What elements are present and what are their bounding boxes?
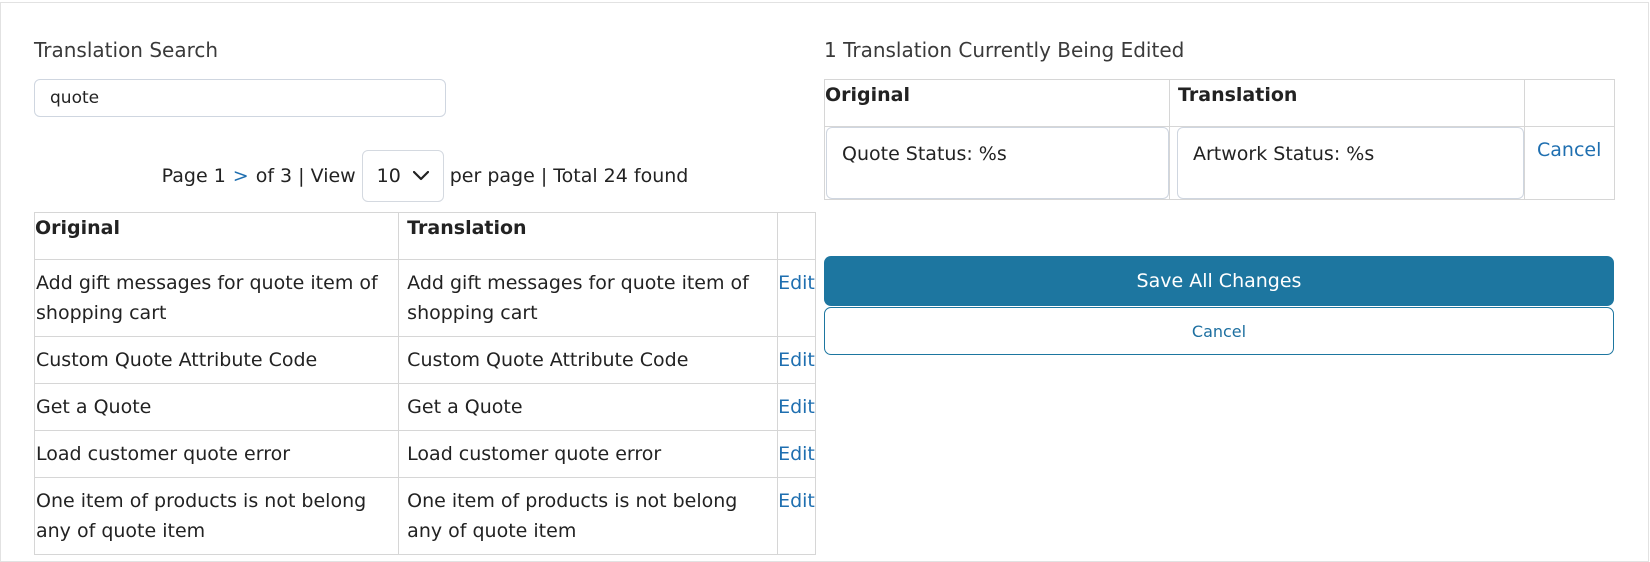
column-header-original: Original xyxy=(33,212,400,260)
table-row: Load customer quote error Load customer … xyxy=(33,430,816,478)
editing-table: Original Translation Quote Status: %s Ar… xyxy=(824,79,1615,200)
cell-translation: Add gift messages for quote item of shop… xyxy=(398,259,779,337)
cancel-button[interactable]: Cancel xyxy=(824,307,1614,355)
column-header-original: Original xyxy=(824,79,1170,127)
results-table: Original Translation Add gift messages f… xyxy=(33,212,816,555)
edit-link[interactable]: Edit xyxy=(778,349,815,371)
row-cancel-link[interactable]: Cancel xyxy=(1537,139,1601,161)
chevron-down-icon xyxy=(412,171,429,181)
original-text-field[interactable]: Quote Status: %s xyxy=(826,127,1169,199)
column-header-action xyxy=(1524,79,1615,127)
cell-translation: One item of products is not belong any o… xyxy=(398,477,779,555)
results-header-row: Original Translation xyxy=(33,212,816,260)
next-page-link[interactable]: > xyxy=(233,165,249,187)
column-header-translation: Translation xyxy=(398,212,779,260)
cell-original: Add gift messages for quote item of shop… xyxy=(33,259,400,337)
cell-translation: Get a Quote xyxy=(398,383,779,431)
table-row: Custom Quote Attribute Code Custom Quote… xyxy=(33,336,816,384)
cell-original: Custom Quote Attribute Code xyxy=(33,336,400,384)
per-page-value: 10 xyxy=(376,165,401,187)
page-label: Page 1 xyxy=(161,165,226,187)
editing-header-row: Original Translation xyxy=(824,79,1615,127)
search-input[interactable]: quote xyxy=(34,79,446,117)
table-row: Get a Quote Get a Quote Edit xyxy=(33,383,816,431)
editing-row: Quote Status: %s Artwork Status: %s Canc… xyxy=(824,126,1615,200)
cell-original: Get a Quote xyxy=(33,383,400,431)
table-row: One item of products is not belong any o… xyxy=(33,477,816,555)
cell-translation: Load customer quote error xyxy=(398,430,779,478)
cell-original: One item of products is not belong any o… xyxy=(33,477,400,555)
column-header-translation: Translation xyxy=(1169,79,1525,127)
cell-translation: Custom Quote Attribute Code xyxy=(398,336,779,384)
edit-link[interactable]: Edit xyxy=(778,443,815,465)
edit-link[interactable]: Edit xyxy=(778,490,815,512)
pagination: Page 1 > of 3 | View 10 per page | Total… xyxy=(34,148,816,204)
table-row: Add gift messages for quote item of shop… xyxy=(33,259,816,337)
per-page-select[interactable]: 10 xyxy=(361,150,444,202)
page-of-label: of 3 | View xyxy=(255,165,356,187)
search-title: Translation Search xyxy=(34,38,219,62)
translation-text-field[interactable]: Artwork Status: %s xyxy=(1177,127,1524,199)
edit-link[interactable]: Edit xyxy=(778,396,815,418)
per-page-suffix: per page | Total 24 found xyxy=(449,165,689,187)
save-all-changes-button[interactable]: Save All Changes xyxy=(824,256,1614,306)
cell-original: Load customer quote error xyxy=(33,430,400,478)
column-header-action xyxy=(777,212,816,260)
editing-title: 1 Translation Currently Being Edited xyxy=(824,38,1185,62)
edit-link[interactable]: Edit xyxy=(778,272,815,294)
